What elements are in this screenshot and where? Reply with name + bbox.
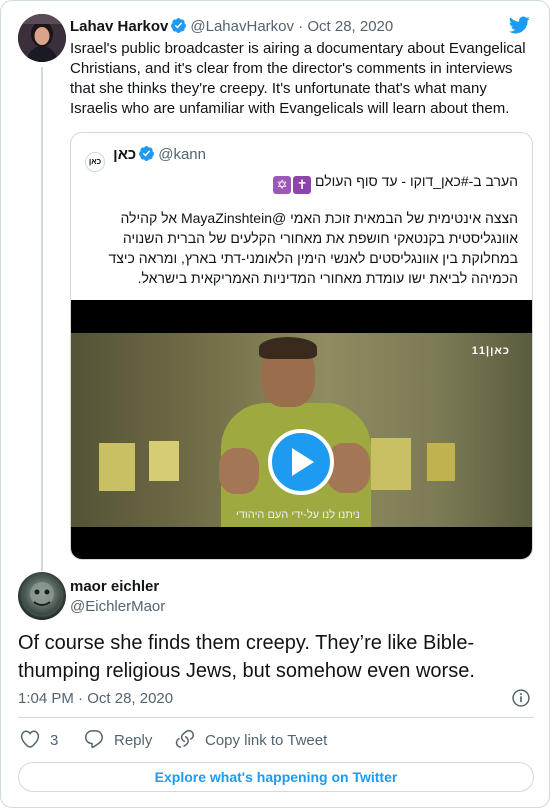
thread-connector-line <box>41 67 43 571</box>
parent-handle[interactable]: @LahavHarkov <box>190 18 294 35</box>
reply-timestamp[interactable]: 1:04 PM · Oct 28, 2020 <box>18 689 173 709</box>
timestamp-separator: · <box>78 690 84 707</box>
parent-display-name[interactable]: Lahav Harkov <box>70 18 168 35</box>
quoted-tweet-body: הצצה אינטימית של הבמאית זוכת האמי @MayaZ… <box>108 210 519 286</box>
reply-tweet-text: Of course she finds them creepy. They’re… <box>18 632 475 682</box>
channel-watermark: כאן|11 <box>471 345 510 357</box>
play-icon <box>292 448 314 476</box>
parent-date[interactable]: Oct 28, 2020 <box>307 18 393 35</box>
latin-cross-icon: ✝ <box>293 176 312 194</box>
wall-notice <box>371 438 411 490</box>
info-icon[interactable] <box>511 688 531 713</box>
copy-link-button[interactable]: Copy link to Tweet <box>175 729 327 752</box>
maor-eichler-avatar[interactable] <box>18 572 66 620</box>
parent-tweet-text: Israel's public broadcaster is airing a … <box>70 40 526 117</box>
embedded-tweet-card: Lahav Harkov @LahavHarkov · Oct 28, 2020 … <box>0 0 550 808</box>
divider <box>18 717 534 718</box>
wall-notice <box>149 441 179 481</box>
star-of-david-icon: ✡ <box>273 176 292 194</box>
reply-label: Reply <box>114 732 153 749</box>
wall-notice <box>99 443 135 491</box>
reply-icon <box>84 730 103 749</box>
play-button[interactable] <box>268 429 334 495</box>
video-thumbnail: כאן|11 ניתנו לנו על-ידי העם היהודי <box>71 333 532 527</box>
reply-display-name[interactable]: maor eichler <box>70 577 159 597</box>
verified-badge-icon <box>170 17 187 40</box>
quoted-tweet-header: כאן כאן @kann <box>85 145 206 172</box>
quoted-display-name[interactable]: כאן <box>113 146 136 163</box>
speaker-hair <box>259 337 317 359</box>
header-separator: · <box>298 18 304 35</box>
speaker-hand <box>219 448 259 494</box>
reply-button[interactable]: Reply <box>84 729 152 752</box>
wall-notice <box>427 443 455 481</box>
quoted-line1-text: הערב ב-#כאן_דוקו - עד סוף העולם <box>315 173 518 189</box>
video-player[interactable]: כאן|11 ניתנו לנו על-ידי העם היהודי <box>71 300 532 559</box>
reply-time[interactable]: 1:04 PM <box>18 690 74 707</box>
like-count: 3 <box>50 732 59 749</box>
lahav-harkov-avatar[interactable] <box>18 14 66 62</box>
link-icon <box>175 729 195 748</box>
twitter-bird-icon[interactable] <box>507 14 531 41</box>
quoted-handle[interactable]: @kann <box>158 146 206 163</box>
like-button[interactable]: 3 <box>20 729 58 752</box>
quoted-tweet[interactable]: כאן כאן @kann הערב ב-#כאן_דוקו - עד סוף ה… <box>70 132 533 560</box>
verified-badge-icon <box>138 145 155 168</box>
reply-handle[interactable]: @EichlerMaor <box>70 597 165 617</box>
copy-link-label: Copy link to Tweet <box>205 732 328 749</box>
quoted-tweet-first-line: הערב ב-#כאן_דוקו - עד סוף העולם ✝✡ <box>271 171 518 194</box>
kan-avatar[interactable]: כאן <box>85 152 105 172</box>
parent-tweet-header: Lahav Harkov @LahavHarkov · Oct 28, 2020 <box>70 17 393 40</box>
reply-date[interactable]: Oct 28, 2020 <box>87 690 173 707</box>
explore-twitter-button[interactable]: Explore what's happening on Twitter <box>18 762 534 792</box>
video-subtitle: ניתנו לנו על-ידי העם היהודי <box>236 509 360 521</box>
heart-icon <box>20 730 40 748</box>
